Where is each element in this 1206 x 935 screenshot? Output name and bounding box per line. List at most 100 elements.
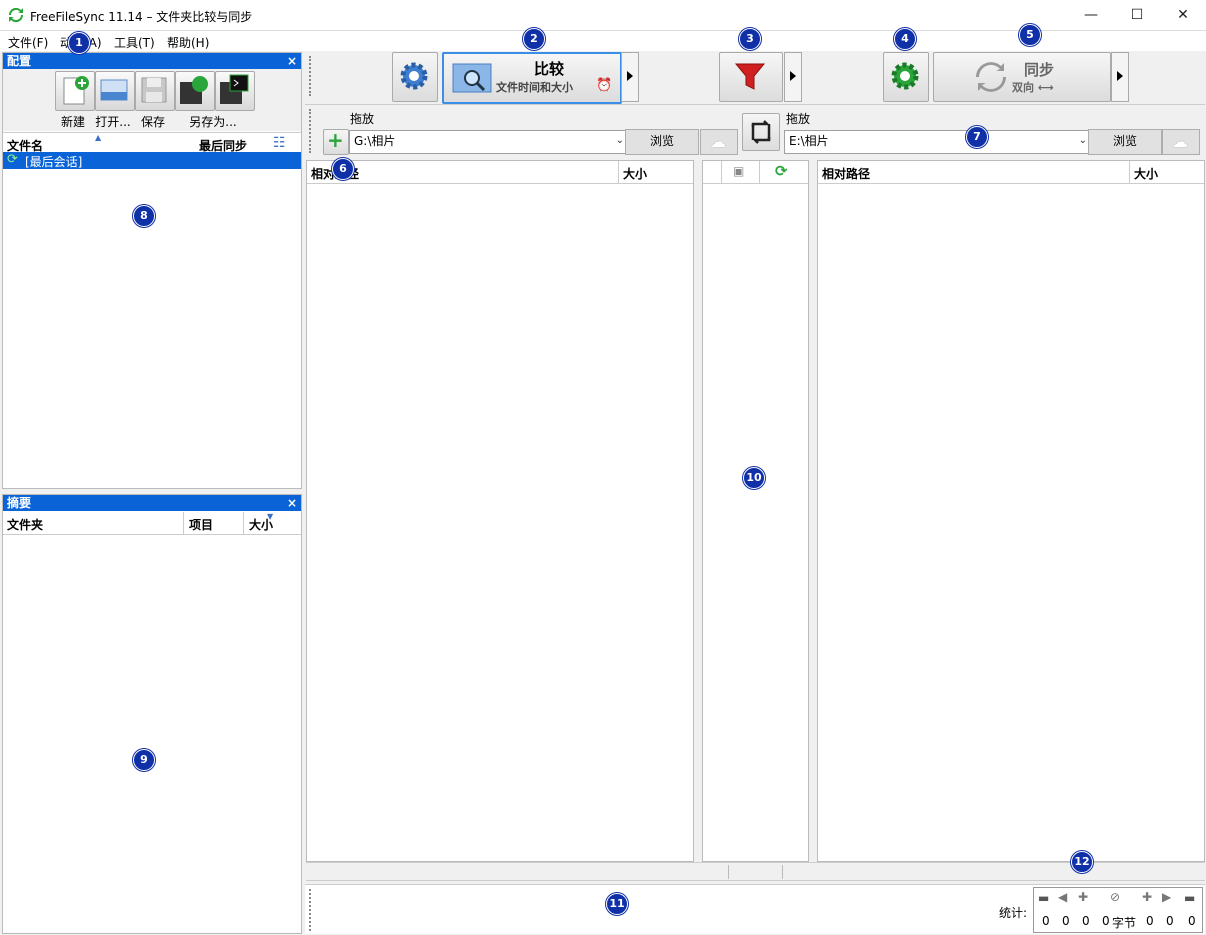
annotation-marker: 5 [1019,24,1041,46]
sync-button[interactable]: 同步 双向 ⟷ [933,52,1111,102]
config-list-header: 文件名 ▲ 最后同步 ☷ [3,132,301,154]
config-list-item[interactable]: ⟳ [最后会话] [3,152,301,169]
right-cloud-button[interactable]: ☁ [1162,129,1200,155]
left-file-grid[interactable]: 相对路径 大小 [306,160,694,862]
chevron-down-icon[interactable]: ⌄ [616,131,624,151]
middle-action-grid[interactable]: ▣ ⟳ [702,160,809,862]
save-config-button[interactable] [135,71,175,111]
summary-panel-title: 摘要 [7,496,32,510]
summary-panel-close-icon[interactable]: × [287,495,297,511]
stat-value: 0 [1166,914,1174,928]
column-options-icon[interactable]: ☷ [273,135,286,151]
update-left-icon: ✚ [1078,890,1089,904]
annotation-marker: 3 [739,28,761,50]
annotation-marker: 9 [133,749,155,771]
compare-variant: 文件时间和大小 [496,81,573,94]
new-config-button[interactable] [55,71,95,111]
create-left-icon: ▬ [1038,891,1050,905]
right-browse-button[interactable]: 浏览 [1088,129,1162,155]
chevron-down-icon[interactable]: ⌄ [1079,131,1087,151]
folder-pair-row: 拖放 + G:\相片 ⌄ 浏览 ☁ 拖放 E:\相片 ⌄ 浏览 ☁ [305,104,1205,156]
col-items[interactable]: 项目 [189,516,213,533]
config-panel-close-icon[interactable]: × [287,53,297,69]
filter-dropdown-button[interactable] [784,52,802,102]
stat-value: 0 [1082,914,1090,928]
save-sync-icon [180,76,208,104]
sort-up-icon: ▲ [95,133,102,142]
col-folder[interactable]: 文件夹 [7,516,43,533]
add-folder-pair-button[interactable]: + [323,128,349,155]
left-folder-path: G:\相片 [354,134,396,148]
open-config-button[interactable] [95,71,135,111]
left-drop-label: 拖放 [350,112,375,126]
annotation-marker: 1 [68,32,90,54]
sort-down-icon: ▼ [267,512,274,521]
sync-action-icon[interactable]: ⟳ [775,162,788,180]
maximize-button[interactable]: ☐ [1114,0,1160,30]
save-as-script-button[interactable] [215,71,255,111]
annotation-marker: 7 [966,126,988,148]
right-col-size[interactable]: 大小 [1134,165,1158,182]
stat-bytes: 字节 [1112,916,1137,930]
menu-tools[interactable]: 工具(T) [114,34,155,51]
left-col-size[interactable]: 大小 [623,165,647,182]
compare-dropdown-button[interactable] [621,52,639,102]
camera-icon[interactable]: ▣ [733,164,744,178]
compare-button[interactable]: 比较 文件时间和大小 ⏰ [442,52,622,104]
open-folder-icon [100,79,128,101]
update-right-icon: ✚ [1142,890,1153,904]
folder-search-icon [452,63,492,93]
sync-settings-button[interactable] [883,52,929,102]
stats-box: ▬ ◀ ✚ ⊘ ✚ ▶ ▬ 0 0 0 0 字节 0 0 0 [1033,887,1203,933]
right-folder-input[interactable]: E:\相片 ⌄ [784,130,1092,154]
filter-button[interactable] [719,52,783,102]
menu-help[interactable]: 帮助(H) [167,34,209,51]
stat-value: 0 [1146,914,1154,928]
stat-value: 0 [1042,914,1050,928]
save-as-batch-button[interactable] [175,71,215,111]
arrow-left-icon: ◀ [1058,890,1068,904]
sync-arrows-icon [976,62,1006,92]
col-divider [759,161,760,183]
toolbar-grip[interactable] [309,56,315,96]
col-divider [243,512,244,534]
log-grip[interactable] [309,889,315,931]
close-button[interactable]: ✕ [1160,0,1206,30]
annotation-marker: 11 [606,893,628,915]
swap-sides-button[interactable] [742,113,780,151]
right-file-grid[interactable]: 相对路径 大小 [817,160,1205,862]
config-item-name: [最后会话] [25,155,83,169]
summary-list-header: 文件夹 项目 大小 ▼ [3,512,301,535]
clock-icon: ⏰ [596,78,613,93]
sync-dropdown-button[interactable] [1111,52,1129,102]
gear-icon [400,62,428,90]
annotation-marker: 8 [133,205,155,227]
config-toolbar: 新建 打开... 保存 另存为... [3,69,301,131]
delete-right-icon: ▬ [1184,891,1196,905]
annotation-marker: 2 [523,28,545,50]
minimize-button[interactable]: — [1068,0,1114,30]
sync-gear-icon [891,62,919,90]
summary-panel: 摘要 × 文件夹 项目 大小 ▼ [2,494,302,934]
annotation-marker: 10 [743,467,765,489]
left-cloud-button[interactable]: ☁ [700,129,738,155]
cloud-icon: ☁ [710,132,726,151]
middle-grid-header: ▣ ⟳ [703,161,808,184]
left-grid-header: 相对路径 大小 [307,161,693,184]
main-toolbar: 比较 文件时间和大小 ⏰ 同步 双向 ⟷ [305,52,1205,104]
annotation-marker: 6 [332,158,354,180]
annotation-marker: 12 [1071,851,1093,873]
left-browse-button[interactable]: 浏览 [625,129,699,155]
compare-settings-button[interactable] [392,52,438,102]
right-drop-label: 拖放 [786,112,811,126]
menu-file[interactable]: 文件(F) [8,34,48,51]
folder-grip[interactable] [309,109,315,153]
cloud-icon: ☁ [1172,132,1188,151]
save-script-icon [220,74,249,104]
col-divider [721,161,722,183]
stats-label: 统计: [999,906,1028,920]
left-folder-input[interactable]: G:\相片 ⌄ [349,130,629,154]
status-divider [728,865,729,879]
sync-label: 同步 [1024,61,1055,79]
right-col-rel-path[interactable]: 相对路径 [822,165,870,182]
